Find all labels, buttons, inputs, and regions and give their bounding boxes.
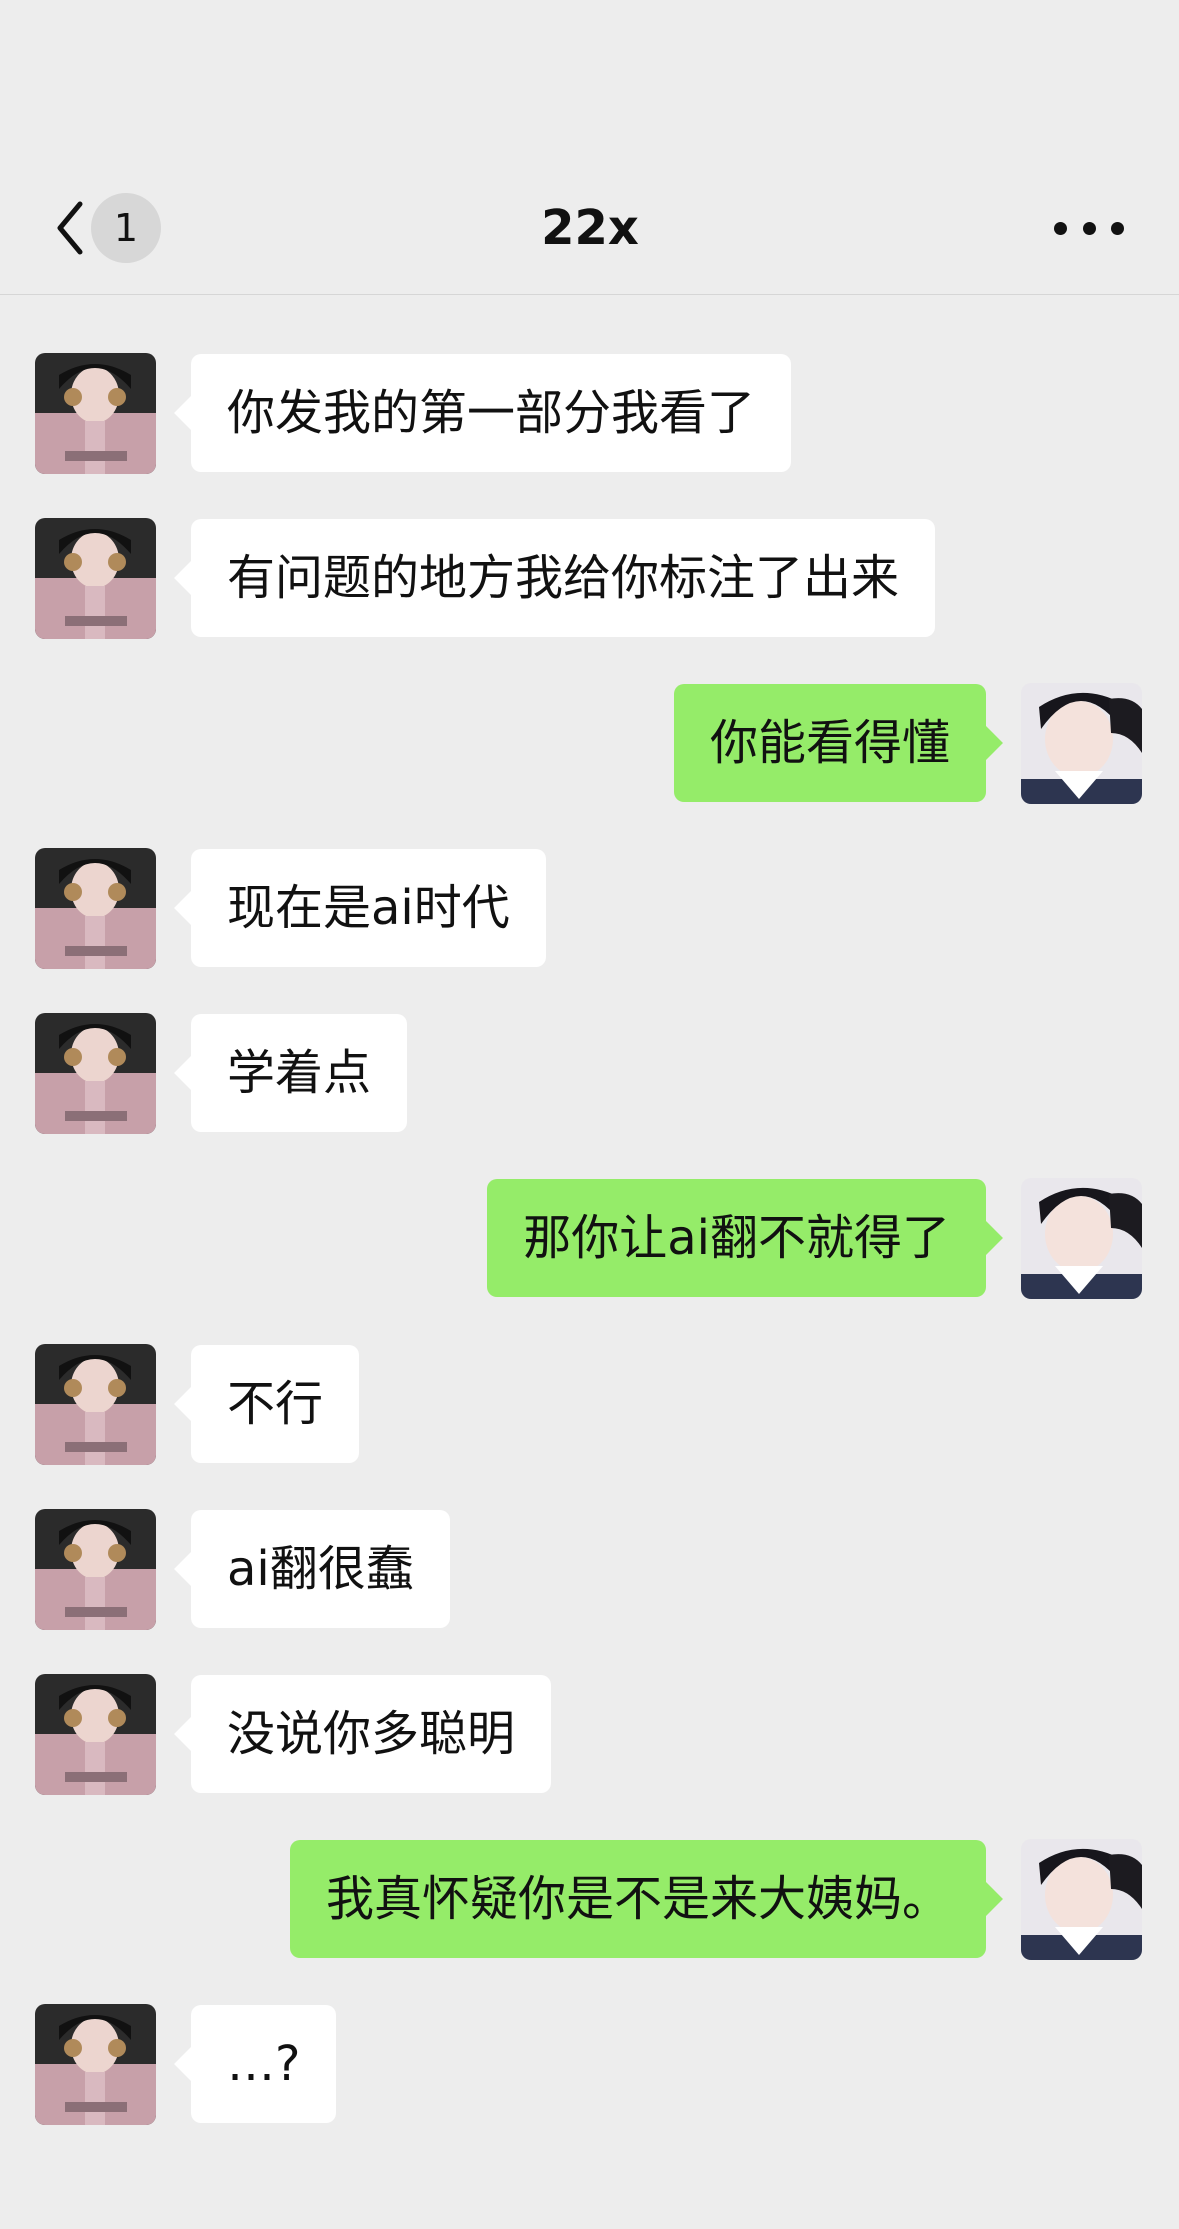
message-row: 你能看得懂 [0,683,1179,804]
message-row: 现在是ai时代 [0,848,1179,969]
self-avatar[interactable] [1021,683,1142,804]
message-row: 那你让ai翻不就得了 [0,1178,1179,1299]
more-options-button[interactable] [1054,193,1124,263]
outgoing-message-bubble[interactable]: 那你让ai翻不就得了 [487,1179,986,1297]
incoming-message-bubble[interactable]: ai翻很蠢 [191,1510,450,1628]
chat-header: 1 22x [0,0,1179,295]
message-row: 不行 [0,1344,1179,1465]
self-avatar[interactable] [1021,1839,1142,1960]
message-row: ai翻很蠢 [0,1509,1179,1630]
incoming-message-bubble[interactable]: 你发我的第一部分我看了 [191,354,792,472]
outgoing-message-bubble[interactable]: 我真怀疑你是不是来大姨妈。 [289,1840,986,1958]
unread-count-badge[interactable]: 1 [91,193,161,263]
message-row: 没说你多聪明 [0,1674,1179,1795]
message-row: 你发我的第一部分我看了 [0,353,1179,474]
message-row: 学着点 [0,1013,1179,1134]
incoming-message-bubble[interactable]: 现在是ai时代 [191,849,546,967]
more-dot-icon [1082,221,1096,235]
contact-avatar[interactable] [35,2004,156,2125]
incoming-message-bubble[interactable]: 没说你多聪明 [191,1675,552,1793]
contact-avatar[interactable] [35,1013,156,1134]
contact-avatar[interactable] [35,848,156,969]
message-row: …? [0,2004,1179,2125]
incoming-message-bubble[interactable]: 学着点 [191,1014,408,1132]
message-row: 有问题的地方我给你标注了出来 [0,518,1179,639]
incoming-message-bubble[interactable]: 有问题的地方我给你标注了出来 [191,519,936,637]
incoming-message-bubble[interactable]: …? [191,2005,337,2123]
self-avatar[interactable] [1021,1178,1142,1299]
contact-avatar[interactable] [35,1344,156,1465]
chevron-left-icon [57,201,83,255]
contact-avatar[interactable] [35,353,156,474]
message-row: 我真怀疑你是不是来大姨妈。 [0,1839,1179,1960]
contact-avatar[interactable] [35,1509,156,1630]
contact-avatar[interactable] [35,518,156,639]
incoming-message-bubble[interactable]: 不行 [191,1345,360,1463]
outgoing-message-bubble[interactable]: 你能看得懂 [673,684,986,802]
more-dot-icon [1111,221,1124,235]
chat-title: 22x [541,200,639,256]
contact-avatar[interactable] [35,1674,156,1795]
more-dot-icon [1054,221,1067,235]
